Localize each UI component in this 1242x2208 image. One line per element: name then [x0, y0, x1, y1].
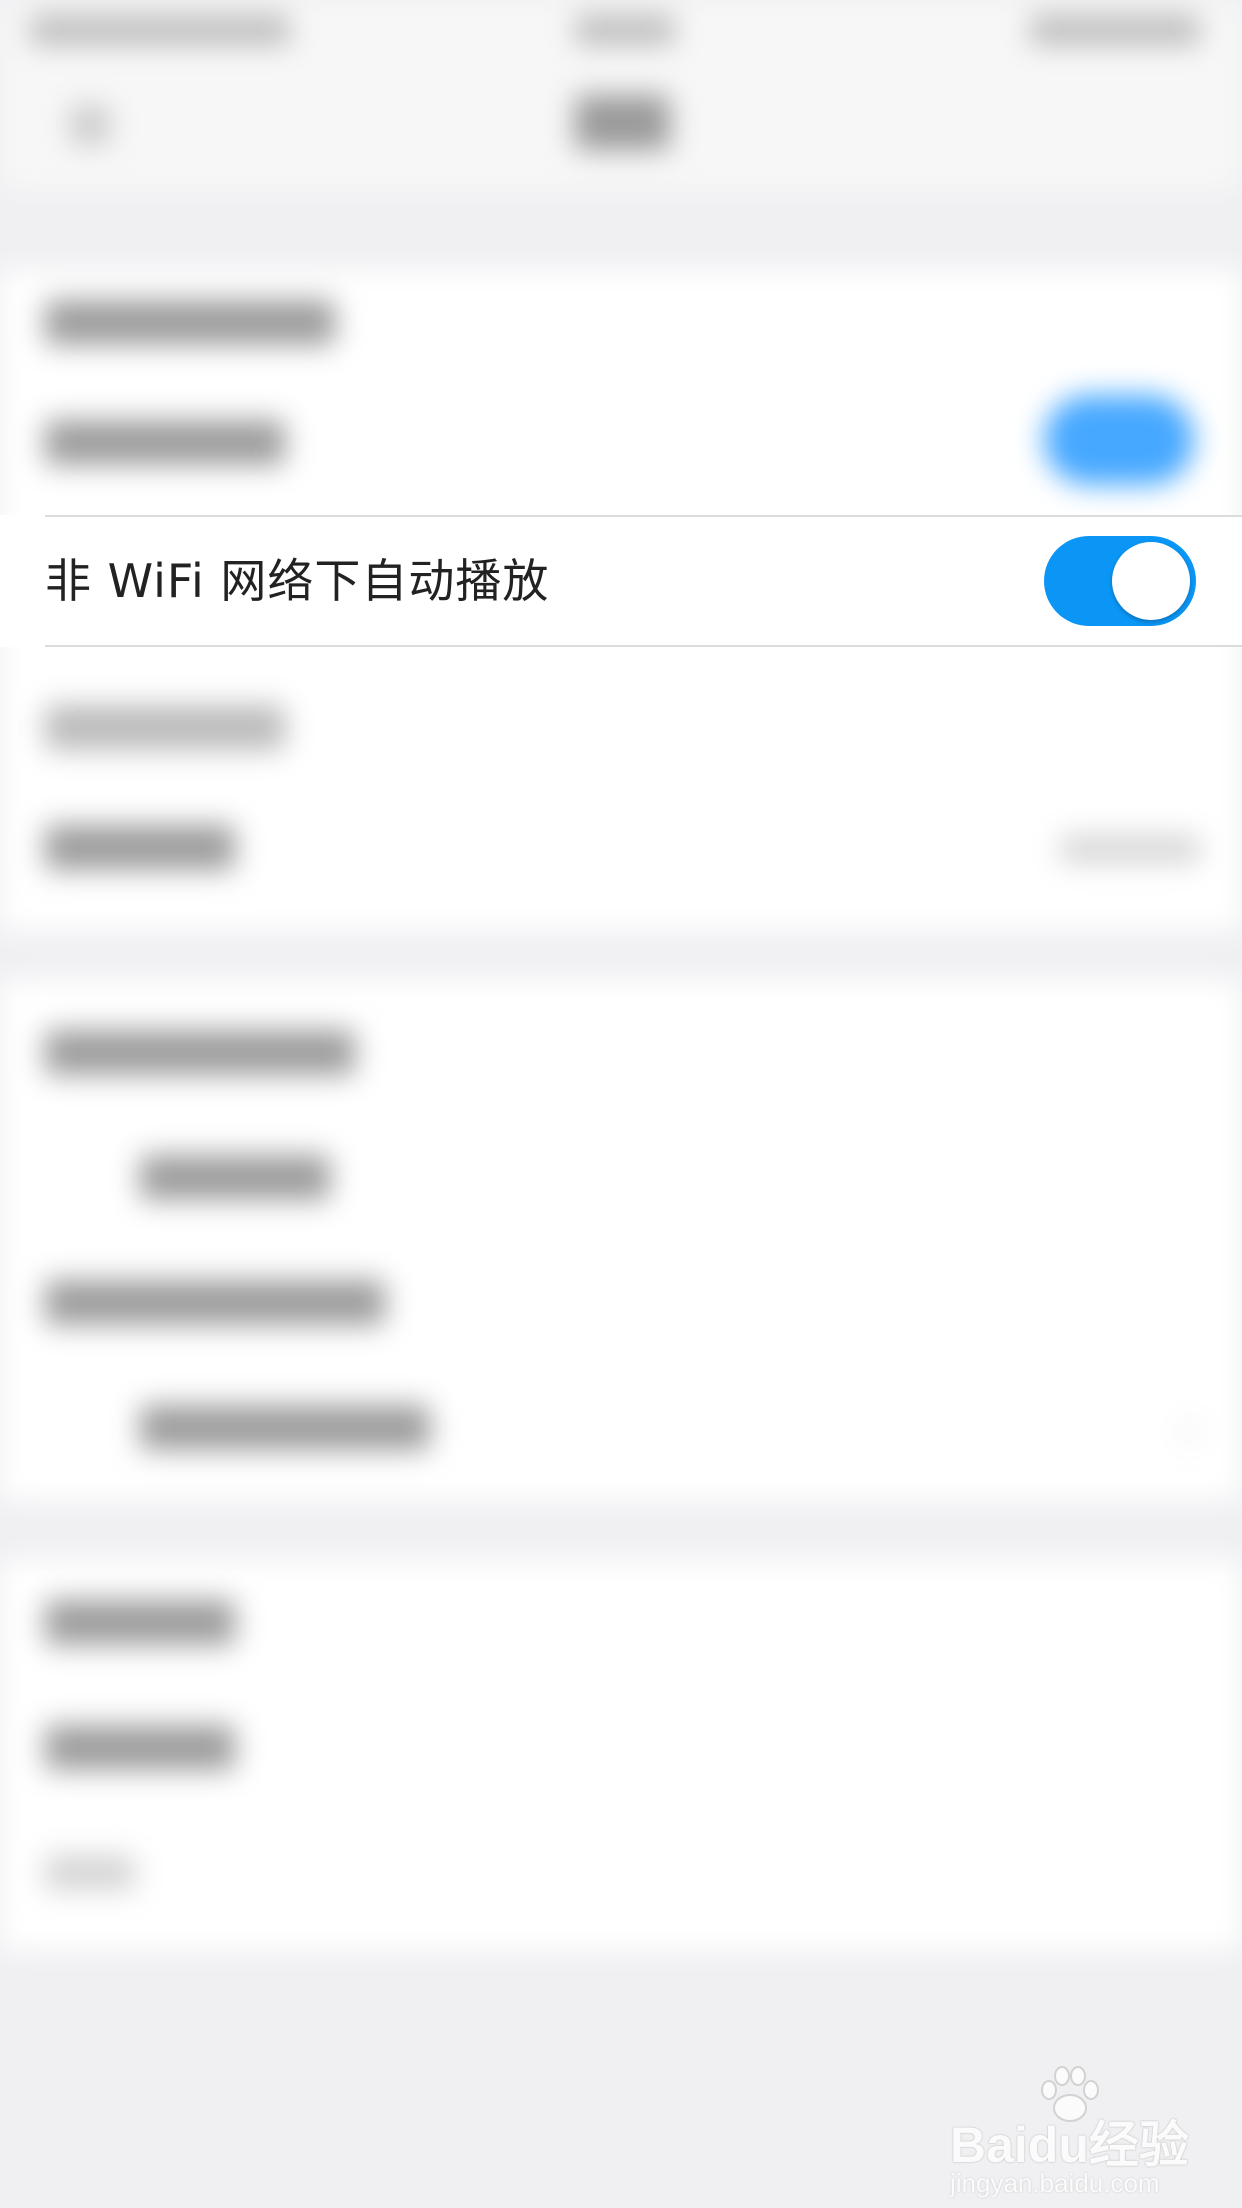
watermark-logo: Baidu经验 [950, 2117, 1189, 2173]
toggle-knob [1112, 542, 1190, 620]
status-bar [0, 0, 1242, 60]
setting-row-autoplay-non-wifi: 非 WiFi 网络下自动播放 [0, 515, 1242, 647]
autoplay-toggle[interactable] [1044, 536, 1196, 626]
row-divider-bottom [45, 645, 1242, 647]
blurred-background [0, 0, 1242, 2208]
navigation-bar [0, 60, 1242, 190]
baidu-jingyan-watermark: Baidu经验 jingyan.baidu.com [950, 2060, 1190, 2198]
settings-group-3 [0, 1560, 1242, 1950]
watermark-url: jingyan.baidu.com [950, 2168, 1160, 2198]
settings-group-2 [0, 980, 1242, 1500]
setting-label: 非 WiFi 网络下自动播放 [45, 554, 550, 608]
